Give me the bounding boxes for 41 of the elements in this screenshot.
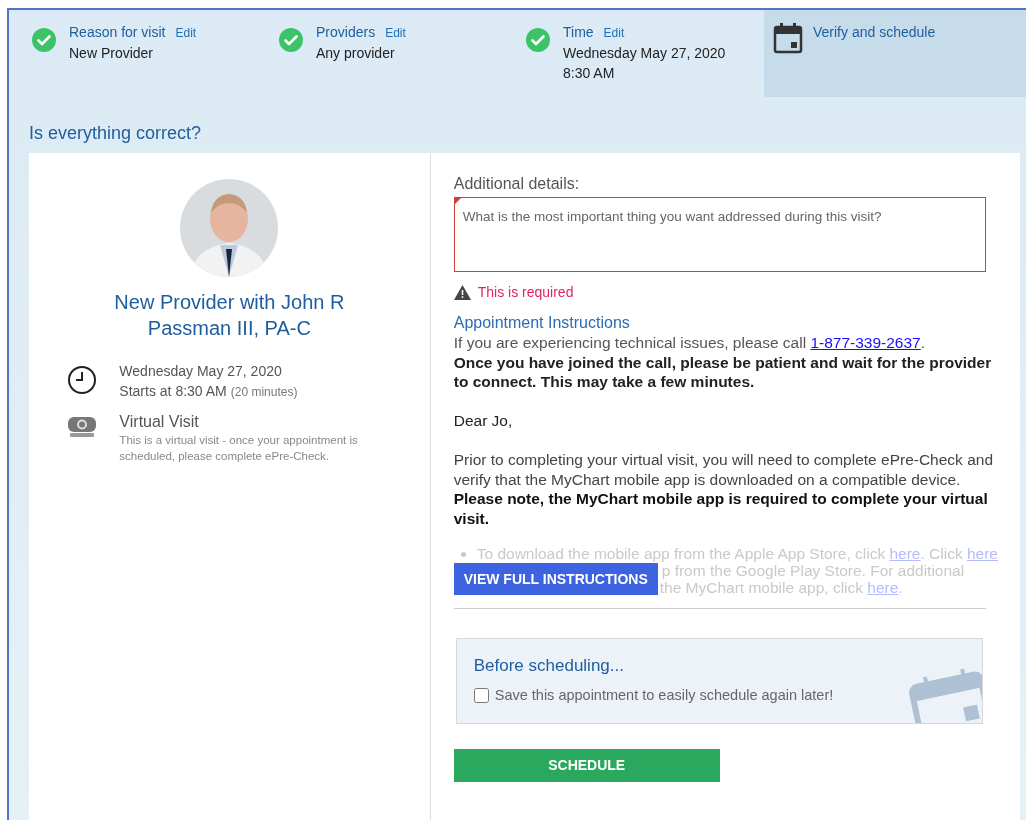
step-label: Reason for visit: [69, 23, 166, 42]
check-circle-icon: [32, 28, 56, 52]
tech-support-text: If you are experiencing technical issues, please call 1-877-339-2637.: [453, 333, 927, 353]
appointment-date: Wednesday May 27, 2020: [119, 362, 283, 381]
visit-type: Virtual Visit: [119, 412, 200, 432]
step-label: Providers: [316, 23, 376, 42]
appointment-title: New Provider with John R Passman III, PA-C: [113, 290, 346, 341]
step-value: Wednesday May 27, 2020: [563, 44, 726, 63]
camera-icon: [67, 416, 98, 438]
checkbox-label: Save this appointment to easily schedule again later!: [494, 686, 834, 705]
edit-link[interactable]: Edit: [385, 23, 406, 43]
required-marker-icon: [454, 198, 461, 204]
edit-link[interactable]: Edit: [175, 23, 197, 43]
phone-link[interactable]: 1-877-339-2637: [810, 334, 921, 351]
notice-text: Once you have joined the call, please be patient and wait for the provider to connect. This may take a few minutes.: [453, 352, 993, 392]
step-label: Verify and schedule: [813, 23, 936, 42]
check-circle-icon: [526, 28, 550, 52]
check-circle-icon: [279, 28, 303, 52]
edit-link[interactable]: Edit: [603, 23, 625, 43]
instructions-heading: Appointment Instructions: [453, 313, 631, 333]
duration: (20 minutes): [230, 384, 298, 401]
details-field[interactable]: What is the most important thing you want addressed during this visit?: [453, 197, 986, 272]
clock-icon: [67, 365, 98, 395]
page-heading: Is everything correct?: [28, 122, 203, 145]
calendar-icon: [772, 22, 804, 54]
bullet-icon: [460, 552, 466, 557]
save-checkbox[interactable]: [473, 688, 489, 704]
view-instructions-button[interactable]: VIEW FULL INSTRUCTIONS: [453, 563, 658, 595]
panel-heading: Before scheduling...: [473, 655, 625, 677]
error-message: This is required: [477, 283, 574, 302]
step-value: 8:30 AM: [563, 64, 616, 83]
instructions-text: Prior to completing your virtual visit, you will need to complete ePre-Check and verify that the MyChart mobile app is downloaded on a compatible device. Please note, the MyChart mobile app is required to complete your virtual visit.: [453, 450, 994, 528]
visit-note: This is a virtual visit - once your appointment is scheduled, please complete ePre-Check.: [119, 433, 359, 464]
start-time: Starts at 8:30 AM: [119, 382, 227, 401]
field-label: Additional details:: [453, 174, 581, 194]
schedule-button[interactable]: SCHEDULE: [453, 749, 720, 782]
warning-icon: [453, 285, 471, 300]
step-label: Time: [563, 23, 594, 42]
step-value: Any provider: [316, 44, 396, 63]
greeting-text: Dear Jo,: [453, 411, 514, 431]
step-value: New Provider: [69, 44, 155, 63]
